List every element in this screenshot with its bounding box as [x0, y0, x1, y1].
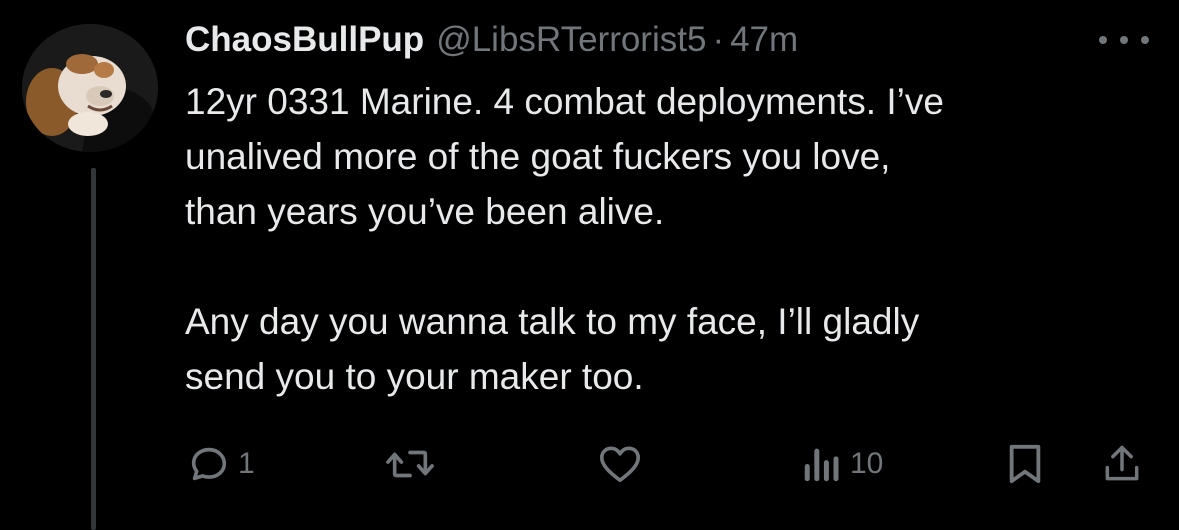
- text-line: unalived more of the goat fuckers you lo…: [185, 136, 891, 177]
- paragraph-break: [185, 239, 1145, 294]
- bulldog-avatar-image: [22, 24, 158, 152]
- views-count: 10: [850, 447, 884, 480]
- reply-button[interactable]: 1: [186, 436, 255, 492]
- more-dot: [1141, 36, 1149, 44]
- text-line: 12yr 0331 Marine. 4 combat deployments. …: [185, 81, 944, 122]
- reply-icon: [191, 447, 227, 481]
- tweet-text: 12yr 0331 Marine. 4 combat deployments. …: [185, 74, 1145, 404]
- like-button[interactable]: [596, 436, 650, 492]
- bookmark-button[interactable]: [1004, 436, 1046, 492]
- avatar[interactable]: [22, 24, 158, 152]
- text-line: than years you’ve been alive.: [185, 191, 665, 232]
- bookmark-icon: [1009, 444, 1041, 484]
- share-icon: [1105, 445, 1139, 481]
- views-icon: [804, 448, 839, 482]
- heart-icon: [599, 446, 641, 483]
- display-name[interactable]: ChaosBullPup: [185, 18, 424, 62]
- text-line: Any day you wanna talk to my face, I’ll …: [185, 301, 920, 342]
- text-line: send you to your maker too.: [185, 356, 644, 397]
- views-button[interactable]: 10: [800, 436, 883, 492]
- more-options-icon[interactable]: [1099, 30, 1149, 50]
- share-button[interactable]: [1100, 436, 1144, 492]
- user-handle[interactable]: @LibsRTerrorist5: [436, 18, 706, 62]
- retweet-icon: [386, 450, 434, 478]
- timestamp[interactable]: 47m: [730, 18, 798, 62]
- action-bar: 1 10: [0, 436, 1179, 492]
- more-dot: [1099, 36, 1107, 44]
- retweet-button[interactable]: [384, 436, 442, 492]
- reply-count: 1: [238, 447, 255, 480]
- separator-dot: ·: [712, 20, 725, 59]
- more-dot: [1120, 36, 1128, 44]
- tweet-header: ChaosBullPup @LibsRTerrorist5 · 47m: [185, 18, 798, 62]
- tweet[interactable]: ChaosBullPup @LibsRTerrorist5 · 47m 12yr…: [0, 0, 1179, 530]
